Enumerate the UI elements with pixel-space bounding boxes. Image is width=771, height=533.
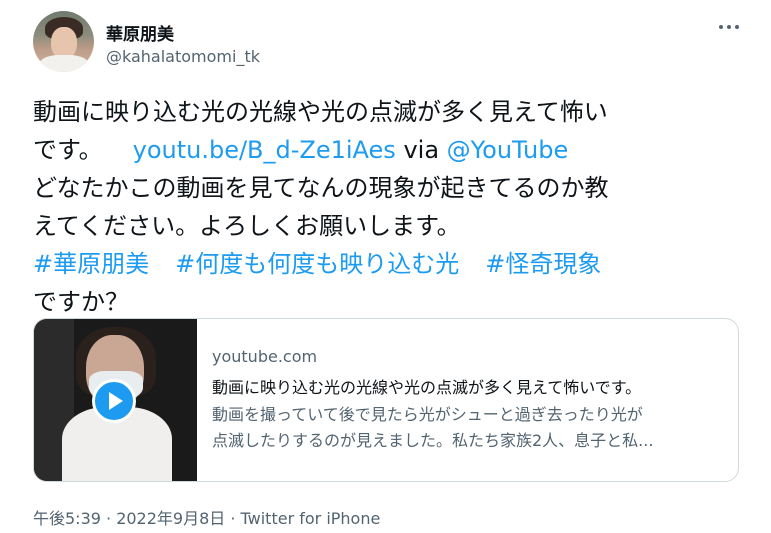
play-triangle bbox=[109, 392, 123, 410]
tweet-timestamp[interactable]: 午後5:39 · 2022年9月8日 · Twitter for iPhone bbox=[33, 505, 380, 529]
mention-link[interactable]: @YouTube bbox=[447, 136, 569, 164]
tweet-link[interactable]: youtu.be/B_d-Ze1iAes bbox=[133, 136, 396, 164]
card-description-line: 点滅したりするのが見えました。私たち家族2人、息子と私... bbox=[212, 431, 654, 450]
display-name[interactable]: 華原朋美 bbox=[106, 20, 174, 45]
avatar-shirt bbox=[39, 55, 89, 72]
hashtag-link[interactable]: #華原朋美 bbox=[33, 250, 149, 278]
video-thumbnail[interactable] bbox=[34, 319, 197, 481]
more-dot bbox=[719, 25, 723, 29]
card-text: youtube.com 動画に映り込む光の光線や光の点滅が多く見えて怖いです。 … bbox=[212, 347, 732, 454]
avatar[interactable] bbox=[33, 11, 94, 72]
card-title: 動画に映り込む光の光線や光の点滅が多く見えて怖いです。 bbox=[212, 378, 642, 397]
hashtag-link[interactable]: #怪奇現象 bbox=[485, 250, 601, 278]
tweet-line: どなたかこの動画を見てなんの現象が起きてるのか教 bbox=[33, 174, 609, 202]
more-dot bbox=[727, 25, 731, 29]
link-card[interactable]: youtube.com 動画に映り込む光の光線や光の点滅が多く見えて怖いです。 … bbox=[33, 318, 739, 482]
card-description-line: 動画を撮っていて後で見たら光がシューと過ぎ去ったり光が bbox=[212, 405, 643, 424]
tweet-line: です。 youtu.be/B_d-Ze1iAes via @YouTube bbox=[33, 131, 758, 169]
tweet-text-segment: です。 bbox=[33, 136, 103, 164]
tweet-line: えてください。よろしくお願いします。 bbox=[33, 212, 461, 240]
tweet-line: ですか？ bbox=[33, 288, 129, 316]
via-text: via bbox=[403, 136, 440, 164]
tweet-line: #華原朋美 #何度も何度も映り込む光 #怪奇現象 bbox=[33, 245, 758, 283]
card-domain: youtube.com bbox=[212, 347, 318, 366]
card-description: 動画を撮っていて後で見たら光がシューと過ぎ去ったり光が 点滅したりするのが見えま… bbox=[212, 402, 732, 454]
more-options-icon[interactable] bbox=[716, 18, 742, 36]
tweet-text: 動画に映り込む光の光線や光の点滅が多く見えて怖い です。 youtu.be/B_d… bbox=[33, 93, 758, 321]
more-dot bbox=[735, 25, 739, 29]
user-handle[interactable]: @kahalatomomi_tk bbox=[106, 47, 260, 66]
hashtag-link[interactable]: #何度も何度も映り込む光 bbox=[175, 250, 459, 278]
tweet-line: 動画に映り込む光の光線や光の点滅が多く見えて怖い bbox=[33, 98, 608, 126]
play-icon[interactable] bbox=[92, 379, 136, 423]
tweet: 華原朋美 @kahalatomomi_tk 動画に映り込む光の光線や光の点滅が多… bbox=[0, 0, 771, 533]
